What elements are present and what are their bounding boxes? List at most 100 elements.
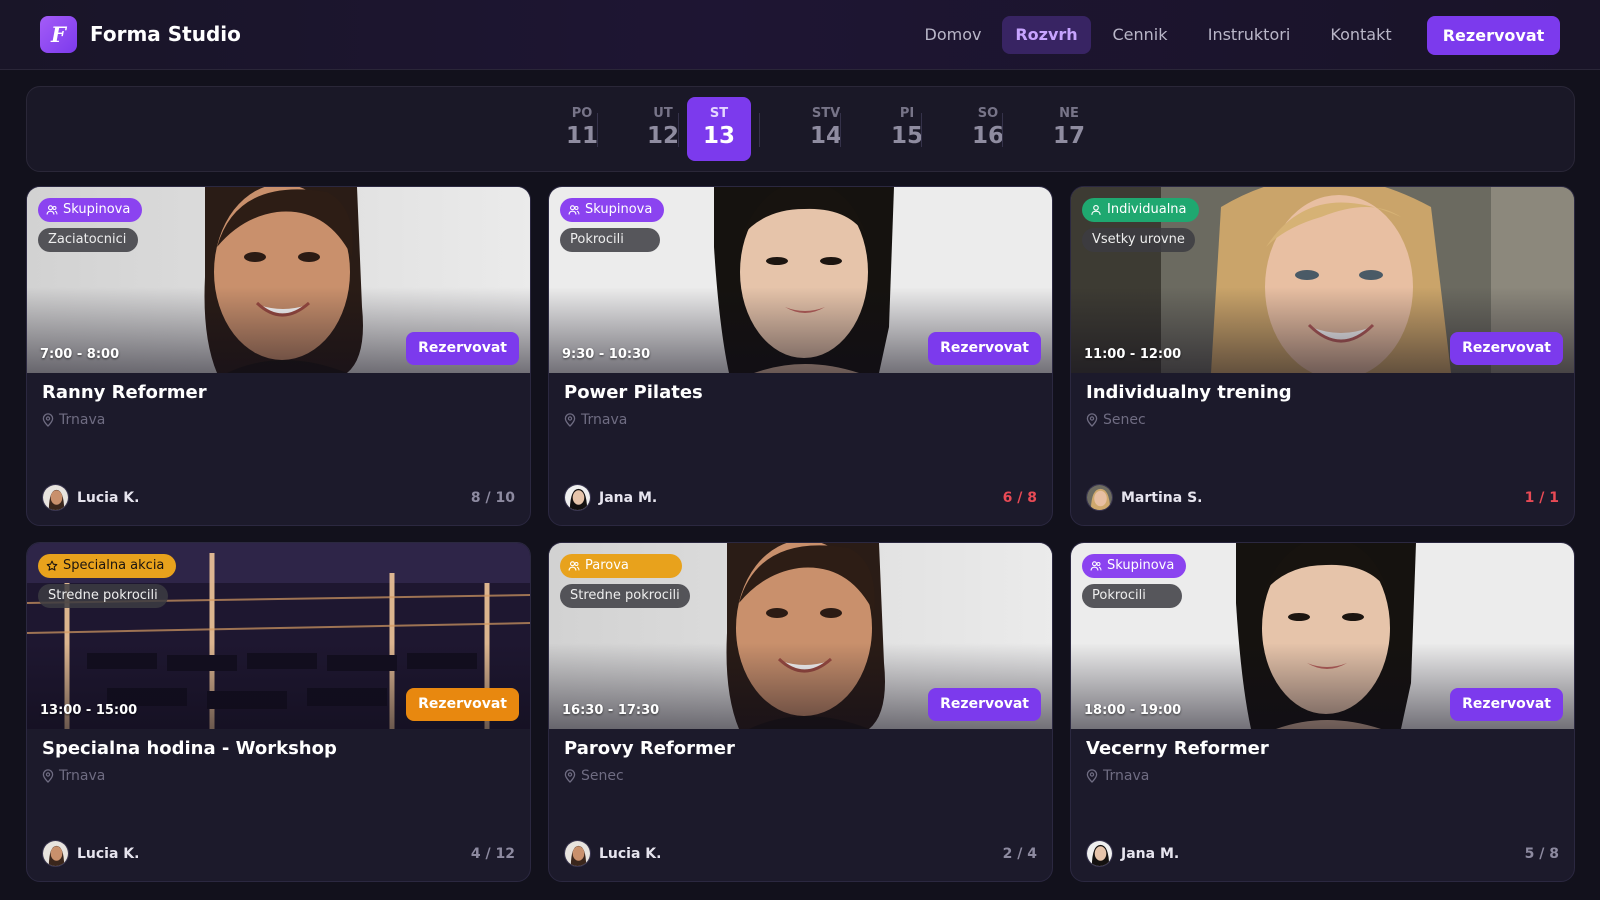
location-pin-icon bbox=[42, 769, 54, 783]
star-icon bbox=[46, 560, 58, 572]
location-label: Trnava bbox=[1103, 768, 1150, 784]
day-name: STV bbox=[811, 106, 841, 121]
avatar bbox=[42, 484, 69, 511]
location-label: Senec bbox=[581, 768, 624, 784]
capacity-count: 2 / 4 bbox=[1002, 846, 1037, 862]
nav-item-instruktori[interactable]: Instruktori bbox=[1196, 16, 1302, 54]
class-type-label: Skupinova bbox=[1107, 558, 1175, 573]
day-number: 15 bbox=[890, 123, 923, 149]
class-type-label: Specialna akcia bbox=[63, 558, 165, 573]
instructor[interactable]: Jana M. bbox=[564, 484, 657, 511]
class-type-badge: Specialna akcia bbox=[38, 554, 177, 578]
class-title: Individualny trening bbox=[1086, 382, 1292, 403]
instructor-name: Lucia K. bbox=[599, 845, 662, 862]
book-button[interactable]: Rezervovat bbox=[1450, 332, 1563, 365]
class-title: Power Pilates bbox=[564, 382, 703, 403]
day-mon[interactable]: PO 11 bbox=[550, 97, 614, 161]
capacity-count: 6 / 8 bbox=[1002, 490, 1037, 506]
class-card[interactable]: Specialna akcia Stredne pokrocili 13:00 … bbox=[26, 542, 531, 882]
avatar bbox=[1086, 484, 1113, 511]
book-button[interactable]: Rezervovat bbox=[406, 332, 519, 365]
class-type-badge: Skupinova bbox=[38, 198, 143, 222]
class-card[interactable]: Parova Stredne pokrocili 16:30 - 17:30 R… bbox=[548, 542, 1053, 882]
class-location: Senec bbox=[1086, 412, 1146, 428]
class-time: 7:00 - 8:00 bbox=[40, 347, 120, 362]
capacity-count: 5 / 8 bbox=[1524, 846, 1559, 862]
class-type-label: Skupinova bbox=[63, 202, 131, 217]
day-name: PO bbox=[571, 106, 593, 121]
day-divider bbox=[1002, 113, 1003, 147]
avatar bbox=[42, 840, 69, 867]
book-button[interactable]: Rezervovat bbox=[928, 332, 1041, 365]
instructor[interactable]: Jana M. bbox=[1086, 840, 1179, 867]
level-badge: Stredne pokrocili bbox=[560, 584, 690, 608]
day-number: 12 bbox=[646, 123, 679, 149]
book-button[interactable]: Rezervovat bbox=[1450, 688, 1563, 721]
instructor-name: Jana M. bbox=[599, 489, 658, 506]
instructor-name: Jana M. bbox=[1121, 845, 1180, 862]
class-type-label: Parova bbox=[585, 558, 629, 573]
class-time: 11:00 - 12:00 bbox=[1084, 347, 1182, 362]
class-card[interactable]: Skupinova Pokrocili 9:30 - 10:30 Rezervo… bbox=[548, 186, 1053, 526]
day-picker: PO 11 UT 12 ST 13 STV 14 PI 15 SO 16 NE … bbox=[26, 86, 1575, 172]
instructor-name: Martina S. bbox=[1121, 489, 1203, 506]
avatar bbox=[564, 484, 591, 511]
day-name: SO bbox=[977, 106, 999, 121]
nav-item-domov[interactable]: Domov bbox=[910, 16, 996, 54]
level-badge: Pokrocili bbox=[1082, 584, 1182, 608]
day-number: 14 bbox=[809, 123, 842, 149]
day-fri[interactable]: PI 15 bbox=[875, 97, 939, 161]
day-tue[interactable]: UT 12 bbox=[631, 97, 695, 161]
day-name: UT bbox=[653, 106, 673, 121]
day-number: 16 bbox=[971, 123, 1004, 149]
group-icon bbox=[568, 204, 580, 216]
day-divider bbox=[921, 113, 922, 147]
location-pin-icon bbox=[42, 413, 54, 427]
avatar bbox=[564, 840, 591, 867]
class-title: Vecerny Reformer bbox=[1086, 738, 1269, 759]
day-number: 17 bbox=[1052, 123, 1085, 149]
day-name: PI bbox=[899, 106, 915, 121]
nav-item-cennik[interactable]: Cennik bbox=[1100, 16, 1180, 54]
day-divider bbox=[759, 113, 760, 147]
class-time: 16:30 - 17:30 bbox=[562, 703, 660, 718]
capacity-count: 1 / 1 bbox=[1524, 490, 1559, 506]
day-sat[interactable]: SO 16 bbox=[956, 97, 1020, 161]
instructor[interactable]: Lucia K. bbox=[564, 840, 661, 867]
class-location: Senec bbox=[564, 768, 624, 784]
class-card[interactable]: Individualna Vsetky urovne 11:00 - 12:00… bbox=[1070, 186, 1575, 526]
capacity-count: 4 / 12 bbox=[470, 846, 515, 862]
class-title: Ranny Reformer bbox=[42, 382, 207, 403]
day-number: 13 bbox=[702, 123, 735, 149]
class-location: Trnava bbox=[1086, 768, 1149, 784]
location-label: Trnava bbox=[59, 768, 106, 784]
day-wed[interactable]: ST 13 bbox=[687, 97, 751, 161]
avatar bbox=[1086, 840, 1113, 867]
nav-item-rozvrh[interactable]: Rozvrh bbox=[1002, 16, 1091, 54]
day-name: NE bbox=[1059, 106, 1079, 121]
main-nav: Domov Rozvrh Cennik Instruktori Kontakt … bbox=[0, 16, 1600, 55]
instructor[interactable]: Martina S. bbox=[1086, 484, 1202, 511]
instructor-name: Lucia K. bbox=[77, 845, 140, 862]
class-card[interactable]: Skupinova Pokrocili 18:00 - 19:00 Rezerv… bbox=[1070, 542, 1575, 882]
day-thu[interactable]: STV 14 bbox=[794, 97, 858, 161]
class-type-label: Individualna bbox=[1107, 202, 1187, 217]
day-divider bbox=[678, 113, 679, 147]
level-badge: Vsetky urovne bbox=[1082, 228, 1195, 252]
day-sun[interactable]: NE 17 bbox=[1037, 97, 1101, 161]
header-book-button[interactable]: Rezervovat bbox=[1427, 16, 1560, 55]
nav-item-kontakt[interactable]: Kontakt bbox=[1318, 16, 1404, 54]
class-type-badge: Individualna bbox=[1082, 198, 1199, 222]
location-pin-icon bbox=[564, 413, 576, 427]
class-card[interactable]: Skupinova Zaciatocnici 7:00 - 8:00 Rezer… bbox=[26, 186, 531, 526]
class-type-badge: Skupinova bbox=[560, 198, 665, 222]
instructor[interactable]: Lucia K. bbox=[42, 840, 139, 867]
instructor[interactable]: Lucia K. bbox=[42, 484, 139, 511]
class-time: 9:30 - 10:30 bbox=[562, 347, 651, 362]
book-button[interactable]: Rezervovat bbox=[406, 688, 519, 721]
location-label: Trnava bbox=[59, 412, 106, 428]
level-badge: Zaciatocnici bbox=[38, 228, 138, 252]
location-label: Trnava bbox=[581, 412, 628, 428]
book-button[interactable]: Rezervovat bbox=[928, 688, 1041, 721]
user-icon bbox=[1090, 204, 1102, 216]
